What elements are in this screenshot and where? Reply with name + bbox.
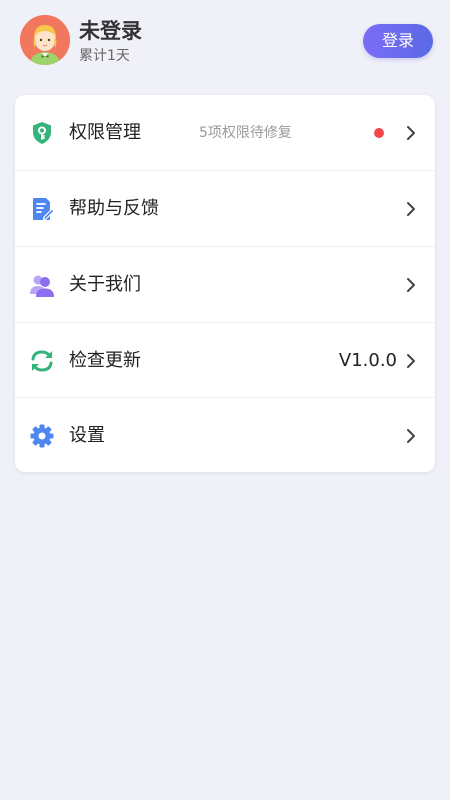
chevron-right-icon (404, 201, 418, 217)
user-days-count: 累计1天 (79, 48, 130, 64)
chevron-right-icon (404, 428, 418, 444)
chevron-right-icon (404, 277, 418, 293)
menu-item-label: 帮助与反馈 (69, 198, 159, 219)
menu-item-label: 设置 (69, 425, 105, 446)
red-dot-badge (374, 128, 384, 138)
menu-item-label: 权限管理 (69, 122, 141, 143)
shield-key-icon (29, 120, 55, 146)
document-edit-icon (29, 196, 55, 222)
menu-card: 权限管理 5项权限待修复 帮助与反馈 关于我们 检查更新 V1.0.0 设置 (15, 95, 435, 472)
menu-item-label: 检查更新 (69, 350, 141, 371)
version-value: V1.0.0 (338, 350, 397, 371)
gear-icon (29, 423, 55, 449)
menu-item-permissions[interactable]: 权限管理 5项权限待修复 (15, 95, 435, 170)
cartoon-girl-avatar-icon (20, 15, 70, 65)
menu-item-settings[interactable]: 设置 (15, 398, 435, 472)
menu-item-check-update[interactable]: 检查更新 V1.0.0 (15, 323, 435, 398)
permissions-hint: 5项权限待修复 (199, 125, 292, 141)
refresh-icon (29, 348, 55, 374)
menu-item-help-feedback[interactable]: 帮助与反馈 (15, 171, 435, 246)
login-button[interactable]: 登录 (363, 24, 433, 58)
users-icon (29, 272, 55, 298)
menu-item-about-us[interactable]: 关于我们 (15, 247, 435, 322)
avatar[interactable] (20, 15, 70, 65)
user-name: 未登录 (79, 19, 142, 43)
chevron-right-icon (404, 125, 418, 141)
chevron-right-icon (404, 353, 418, 369)
menu-item-label: 关于我们 (69, 274, 141, 295)
profile-header: 未登录 累计1天 登录 (0, 0, 450, 82)
